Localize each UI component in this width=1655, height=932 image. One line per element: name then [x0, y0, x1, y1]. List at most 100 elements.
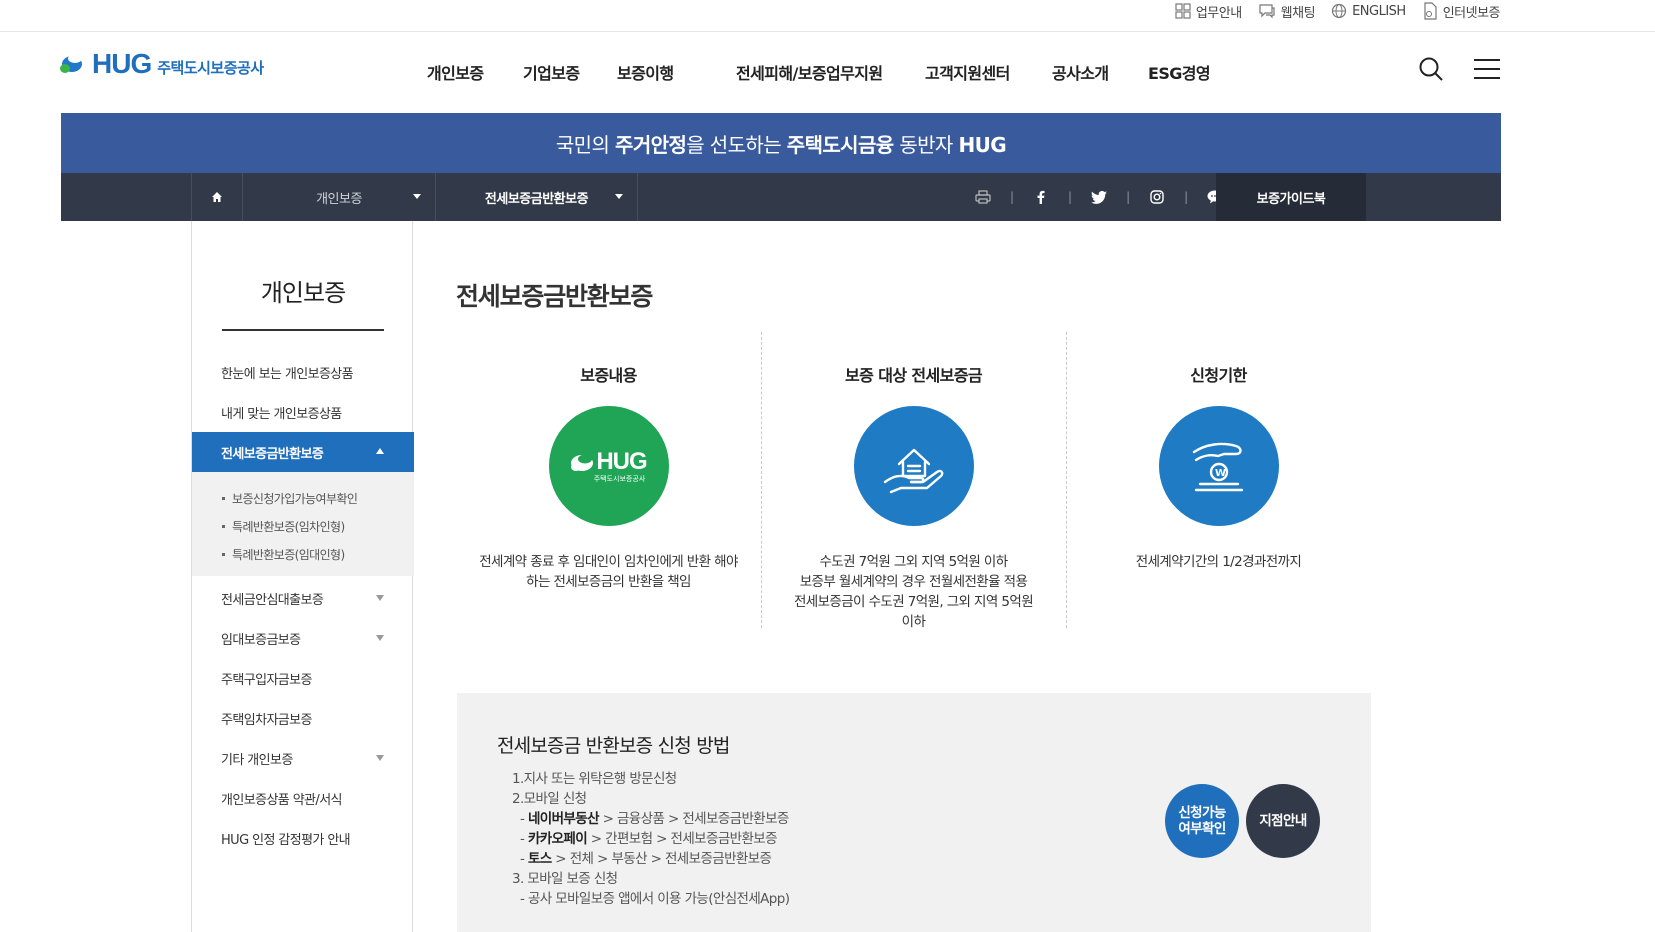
guidebook-button[interactable]: 보증가이드북 — [1216, 173, 1366, 221]
chevron-down-icon — [615, 194, 623, 199]
hand-coin-icon: W — [1158, 406, 1279, 526]
sidebar-item-overview[interactable]: 한눈에 보는 개인보증상품 — [192, 352, 414, 392]
sidebar-item-label: 한눈에 보는 개인보증상품 — [221, 366, 354, 382]
facebook-button[interactable] — [1014, 190, 1068, 204]
chat-bubble-icon — [1259, 4, 1275, 19]
sidebar: 개인보증 한눈에 보는 개인보증상품 내게 맞는 개인보증상품 전세보증금반환보… — [191, 221, 414, 932]
list-item: - 토스 > 전체 > 부동산 > 전세보증금반환보증 — [520, 851, 772, 867]
list-item: 2.모바일 신청 — [512, 791, 587, 807]
utility-link-internet-guarantee[interactable]: 인터넷보증 — [1422, 2, 1501, 21]
sidebar-submenu: 보증신청가입가능여부확인 특례반환보증(임차인형) 특례반환보증(임대인형) — [192, 472, 414, 576]
utility-link-work-guide[interactable]: 업무안내 — [1175, 2, 1242, 21]
breadcrumb-depth2-select[interactable]: 전세보증금반환보증 — [436, 173, 638, 221]
sidebar-item-appraisal[interactable]: HUG 인정 감정평가 안내 — [192, 818, 414, 858]
breadcrumb-depth1-select[interactable]: 개인보증 — [243, 173, 436, 221]
hug-circle-text: HUG — [596, 448, 647, 475]
sidebar-item-rental-deposit[interactable]: 임대보증금보증 — [192, 618, 414, 658]
home-icon — [212, 192, 222, 202]
sidebar-subitem-special-tenant[interactable]: 특례반환보증(임차인형) — [192, 512, 414, 540]
share-tools: | | | | — [956, 173, 1242, 221]
list-item: - 네이버부동산 > 금융상품 > 전세보증금반환보증 — [520, 811, 789, 827]
nav-item-personal[interactable]: 개인보증 — [427, 60, 484, 84]
house-in-hand-icon — [853, 406, 974, 526]
utility-link-english[interactable]: ENGLISH — [1331, 3, 1406, 19]
nav-item-about[interactable]: 공사소개 — [1052, 60, 1109, 84]
eligibility-check-button[interactable]: 신청가능 여부확인 — [1165, 784, 1239, 858]
logo[interactable]: HUG 주택도시보증공사 — [60, 48, 264, 80]
info-column-heading: 신청기한 — [1190, 366, 1247, 385]
info-column-heading: 보증 대상 전세보증금 — [844, 366, 983, 385]
nav-item-damage-support[interactable]: 전세피해/보증업무지원 — [736, 60, 883, 84]
utility-link-label: ENGLISH — [1352, 3, 1406, 19]
sidebar-item-purchase-fund[interactable]: 주택구입자금보증 — [192, 658, 414, 698]
hug-logo-mark — [60, 52, 90, 76]
info-column-text: 전세계약 종료 후 임대인이 임차인에게 반환 해야 하는 전세보증금의 반환을… — [479, 554, 738, 590]
sidebar-item-lease-fund[interactable]: 주택임차자금보증 — [192, 698, 414, 738]
sidebar-item-label: 기타 개인보증 — [221, 752, 293, 768]
chevron-up-icon — [376, 448, 384, 454]
sidebar-subitem-eligibility[interactable]: 보증신청가입가능여부확인 — [192, 484, 414, 512]
grid-icon — [1175, 3, 1191, 19]
banner-text: 국민의 주거안정을 선도하는 주택도시금융 동반자 HUG — [555, 132, 1007, 157]
sidebar-subitem-special-landlord[interactable]: 특례반환보증(임대인형) — [192, 540, 414, 568]
sidebar-item-label: 주택임차자금보증 — [221, 712, 312, 728]
branch-info-button[interactable]: 지점안내 — [1246, 784, 1320, 858]
sidebar-item-label: 전세보증금반환보증 — [221, 446, 324, 462]
sidebar-title: 개인보증 — [260, 279, 346, 307]
divider — [222, 329, 384, 331]
sidebar-item-deposit-return[interactable]: 전세보증금반환보증 — [192, 432, 414, 472]
svg-text:W: W — [1215, 468, 1226, 479]
nav-item-customer-center[interactable]: 고객지원센터 — [925, 60, 1010, 84]
utility-link-webchat[interactable]: 웹채팅 — [1258, 2, 1316, 21]
home-button[interactable] — [191, 173, 243, 221]
header-icons — [1418, 56, 1500, 82]
logo-text: HUG — [92, 48, 152, 79]
chevron-down-icon — [413, 194, 421, 199]
list-item: - 카카오페이 > 간편보험 > 전세보증금반환보증 — [520, 831, 778, 847]
sidebar-item-label: 전세금안심대출보증 — [221, 592, 324, 608]
utility-link-label: 인터넷보증 — [1442, 5, 1501, 21]
nav-item-fulfillment[interactable]: 보증이행 — [617, 60, 674, 84]
search-icon[interactable] — [1418, 56, 1444, 82]
info-column-text: 전세계약기간의 1/2경과전까지 — [1135, 554, 1302, 570]
nav-item-esg[interactable]: ESG경영 — [1148, 60, 1211, 84]
chevron-down-icon — [376, 635, 384, 641]
list-item: 3. 모바일 보증 신청 — [512, 871, 618, 887]
application-method-box: 전세보증금 반환보증 신청 방법 1.지사 또는 위탁은행 방문신청 2.모바일… — [457, 693, 1371, 932]
sidebar-item-label: 개인보증상품 약관/서식 — [221, 792, 343, 808]
sidebar-item-recommend[interactable]: 내게 맞는 개인보증상품 — [192, 392, 414, 432]
sidebar-item-safe-loan[interactable]: 전세금안심대출보증 — [192, 578, 414, 618]
location-bar: 개인보증 전세보증금반환보증 | | | | 보증가이드북 — [61, 173, 1501, 221]
breadcrumb-depth1-label: 개인보증 — [316, 191, 362, 207]
slogan-banner: 국민의 주거안정을 선도하는 주택도시금융 동반자 HUG — [61, 113, 1501, 173]
hug-circle-sub: 주택도시보증공사 — [593, 475, 646, 483]
sidebar-item-label: 주택구입자금보증 — [221, 672, 312, 688]
twitter-icon — [1091, 190, 1108, 204]
document-icon — [1424, 2, 1437, 20]
breadcrumb-depth2-label: 전세보증금반환보증 — [484, 191, 589, 207]
chevron-down-icon — [376, 595, 384, 601]
utility-links: 업무안내 웹채팅 ENGLISH 인터넷보증 — [1175, 0, 1501, 22]
sidebar-item-label: HUG 인정 감정평가 안내 — [221, 832, 351, 848]
instagram-button[interactable] — [1130, 190, 1184, 204]
facebook-icon — [1037, 190, 1045, 204]
application-method-list: 1.지사 또는 위탁은행 방문신청 2.모바일 신청 - 네이버부동산 > 금융… — [512, 769, 790, 909]
info-column-text: 수도권 7억원 그외 지역 5억원 이하 보증부 월세계약의 경우 전월세전환율… — [793, 554, 1034, 630]
chevron-down-icon — [376, 755, 384, 761]
sidebar-item-terms[interactable]: 개인보증상품 약관/서식 — [192, 778, 414, 818]
menu-icon[interactable] — [1474, 58, 1500, 80]
utility-link-label: 웹채팅 — [1280, 5, 1316, 21]
list-item: - 공사 모바일보증 앱에서 이용 가능(안심전세App) — [520, 891, 790, 907]
sidebar-item-other[interactable]: 기타 개인보증 — [192, 738, 414, 778]
info-column-heading: 보증내용 — [580, 366, 637, 385]
utility-link-label: 업무안내 — [1195, 5, 1242, 21]
sidebar-item-label: 임대보증금보증 — [221, 632, 301, 648]
info-column-target: 보증 대상 전세보증금 수도권 7억원 그외 지역 5억원 이하 보증부 월세계… — [761, 332, 1066, 630]
hug-logo-icon: HUG 주택도시보증공사 — [548, 406, 669, 526]
twitter-button[interactable] — [1072, 190, 1126, 204]
nav-item-corporate[interactable]: 기업보증 — [523, 60, 580, 84]
page-title: 전세보증금반환보증 — [456, 282, 653, 311]
info-column-coverage: 보증내용 HUG 주택도시보증공사 전세계약 종료 후 임대인이 임차인에게 반… — [456, 332, 761, 628]
print-button[interactable] — [956, 190, 1010, 204]
instagram-icon — [1150, 190, 1164, 204]
